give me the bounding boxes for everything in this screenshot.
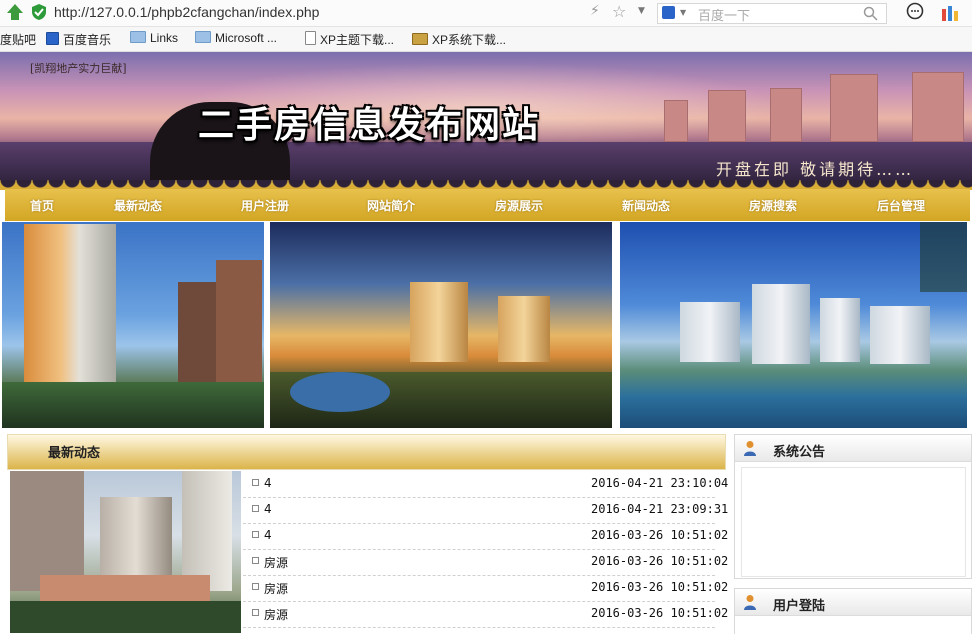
- user-icon: [744, 441, 756, 456]
- bookmark-label: 百度音乐: [63, 33, 112, 47]
- chat-icon[interactable]: [905, 2, 925, 22]
- bookmark-label: Microsoft ...: [215, 31, 278, 45]
- tower: [912, 72, 964, 142]
- search-input[interactable]: ▼ 百度一下: [657, 3, 887, 24]
- news-row-date: 2016-03-26 10:51:02: [591, 554, 729, 568]
- search-placeholder: 百度一下: [698, 9, 751, 24]
- photo-apartments-1: [2, 222, 264, 428]
- notice-content: [741, 467, 966, 577]
- news-row-title[interactable]: 房源: [264, 554, 288, 571]
- shield-icon: [32, 4, 46, 20]
- news-row[interactable]: 房源 2016-03-26 10:51:02: [243, 601, 728, 628]
- bullet-icon: [252, 557, 259, 564]
- news-row-title[interactable]: 4: [264, 502, 272, 516]
- notice-title: 系统公告: [773, 445, 826, 460]
- news-row-title[interactable]: 房源: [264, 606, 288, 623]
- notice-header: 系统公告: [735, 435, 971, 462]
- bullet-icon: [252, 609, 259, 616]
- news-row-date: 2016-04-21 23:09:31: [591, 502, 729, 516]
- login-header: 用户登陆: [735, 589, 971, 616]
- news-row[interactable]: 房源 2016-03-26 10:51:02: [243, 575, 728, 602]
- home-icon[interactable]: [6, 3, 24, 21]
- notice-box: 系统公告: [734, 434, 972, 579]
- news-row[interactable]: 4 2016-03-26 10:51:02: [243, 523, 728, 550]
- nav-about[interactable]: 网站简介: [367, 197, 415, 214]
- baidu-icon: [662, 6, 675, 19]
- login-box: 用户登陆: [734, 588, 972, 634]
- nav-latest[interactable]: 最新动态: [114, 197, 162, 214]
- bookmark-item[interactable]: 百度音乐: [46, 31, 111, 48]
- box-icon: [412, 33, 428, 45]
- star-icon[interactable]: ☆: [612, 2, 626, 21]
- bookmark-item[interactable]: XP主题下载...: [305, 31, 394, 48]
- search-engine-chevron-icon[interactable]: ▼: [680, 8, 686, 17]
- bookmark-label: Links: [150, 31, 179, 45]
- tower: [664, 100, 688, 142]
- news-row[interactable]: 4 2016-04-21 23:09:31: [243, 497, 728, 524]
- bullet-icon: [252, 531, 259, 538]
- news-row-date: 2016-03-26 10:51:02: [591, 606, 729, 620]
- nav-listings[interactable]: 房源展示: [495, 197, 543, 214]
- tower: [708, 90, 746, 142]
- browser-toolbar: http://127.0.0.1/phpb2cfangchan/index.ph…: [0, 0, 972, 27]
- lightning-icon[interactable]: ⚡: [590, 3, 600, 19]
- address-bar[interactable]: http://127.0.0.1/phpb2cfangchan/index.ph…: [54, 4, 319, 20]
- main-nav: 首页 最新动态 用户注册 网站简介 房源展示 新闻动态 房源搜索 后台管理: [5, 189, 970, 221]
- news-row[interactable]: 4 2016-04-21 23:10:04: [243, 471, 728, 498]
- news-panel-title: 最新动态: [48, 446, 101, 461]
- bookmark-item[interactable]: XP系统下载...: [412, 31, 506, 48]
- news-row-title[interactable]: 4: [264, 476, 272, 490]
- photo-apartments-3: [620, 222, 967, 428]
- bullet-icon: [252, 479, 259, 486]
- site-title: 二手房信息发布网站: [198, 105, 541, 146]
- photo-apartments-2: [270, 222, 612, 428]
- tower: [770, 88, 802, 142]
- bookmark-item[interactable]: Microsoft ...: [195, 31, 277, 45]
- bullet-icon: [252, 583, 259, 590]
- news-row-date: 2016-03-26 10:51:02: [591, 528, 729, 542]
- nav-register[interactable]: 用户注册: [241, 197, 289, 214]
- baidu-icon: [46, 32, 59, 45]
- news-row-date: 2016-04-21 23:10:04: [591, 476, 729, 490]
- news-row[interactable]: 房源 2016-03-26 10:51:02: [243, 549, 728, 576]
- user-icon: [744, 595, 756, 610]
- bookmark-label: XP系统下载...: [432, 33, 507, 47]
- news-photo: [10, 471, 241, 633]
- bookmarks-bar: 度贴吧 百度音乐 Links Microsoft ... XP主题下载... X…: [0, 27, 972, 52]
- bookmark-item[interactable]: Links: [130, 31, 178, 45]
- nav-home[interactable]: 首页: [30, 197, 54, 214]
- nav-search[interactable]: 房源搜索: [749, 197, 797, 214]
- extension-icon[interactable]: [940, 3, 960, 23]
- banner-tagline: [凯翔地产实力巨献]: [30, 62, 127, 75]
- news-panel-header: [7, 434, 726, 470]
- news-row-title[interactable]: 房源: [264, 580, 288, 597]
- page-icon: [305, 31, 316, 45]
- chevron-down-icon[interactable]: ▼: [638, 6, 645, 16]
- bookmark-item[interactable]: 度贴吧: [0, 31, 36, 48]
- news-row-date: 2016-03-26 10:51:02: [591, 580, 729, 594]
- folder-icon: [130, 31, 146, 43]
- folder-icon: [195, 31, 211, 43]
- nav-admin[interactable]: 后台管理: [877, 197, 925, 214]
- site-banner: [凯翔地产实力巨献] 二手房信息发布网站 开盘在即 敬请期待……: [0, 52, 972, 190]
- news-row-title[interactable]: 4: [264, 528, 272, 542]
- banner-slogan: 开盘在即 敬请期待……: [716, 160, 915, 179]
- bookmark-label: XP主题下载...: [320, 33, 395, 47]
- tower: [830, 74, 878, 142]
- nav-news[interactable]: 新闻动态: [622, 197, 670, 214]
- search-icon[interactable]: [863, 6, 878, 21]
- bullet-icon: [252, 505, 259, 512]
- login-title: 用户登陆: [773, 599, 826, 614]
